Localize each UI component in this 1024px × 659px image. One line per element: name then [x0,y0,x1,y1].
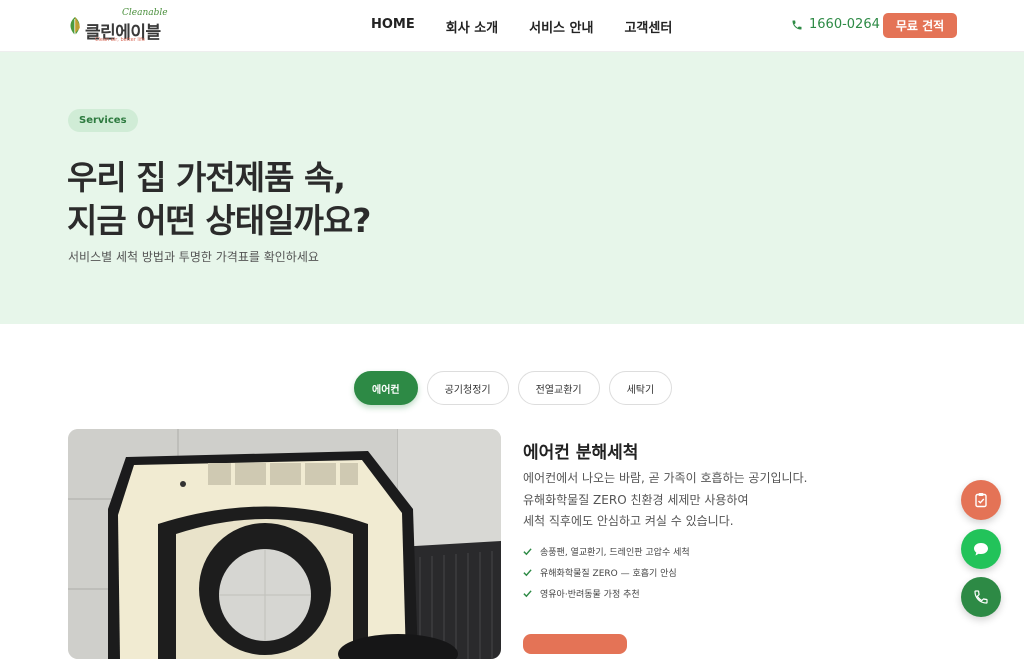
nav-home[interactable]: HOME [371,17,415,36]
hero-title-line2: 지금 어떤 상태일까요? [67,201,371,240]
service-title: 에어컨 분해세척 [523,443,639,463]
logo-en: Cleanable [122,8,168,18]
tab-aircon[interactable]: 에어컨 [354,371,418,405]
check-icon [523,548,532,556]
feature-text: 영유아·반려동물 가정 추천 [540,590,640,600]
phone-icon [974,590,988,604]
phone-link[interactable]: 1660-0264 [791,17,880,32]
service-description: 에어컨에서 나오는 바람, 곧 가족이 호흡하는 공기입니다. 유해화학물질 Z… [523,468,807,533]
hero-subtitle: 서비스별 세척 방법과 투명한 가격표를 확인하세요 [68,250,319,264]
desc-line: 유해화학물질 ZERO 친환경 세제만 사용하여 [523,492,749,507]
free-quote-button[interactable]: 무료 견적 [883,13,957,38]
feature-text: 유해화학물질 ZERO — 호흡기 안심 [540,569,677,579]
floating-quote-button[interactable] [961,480,1001,520]
check-icon [523,569,532,577]
feature-list: 송풍팬, 열교환기, 드레인판 고압수 세척 유해화학물질 ZERO — 호흡기… [523,541,690,604]
check-icon [523,590,532,598]
nav-services[interactable]: 서비스 안내 [529,17,593,36]
hero-section: Services 우리 집 가전제품 속, 지금 어떤 상태일까요? 서비스별 … [0,52,1024,324]
tab-heat-exchanger[interactable]: 전열교환기 [517,371,600,405]
feature-item: 송풍팬, 열교환기, 드레인판 고압수 세척 [523,541,690,562]
logo[interactable]: 클린에이블 Cleanable Clean air, better life [68,8,168,44]
service-cta-button[interactable] [523,634,627,654]
logo-tagline: Clean air, better life [95,37,145,43]
desc-line: 세척 직후에도 안심하고 켜실 수 있습니다. [523,514,734,528]
feature-item: 유해화학물질 ZERO — 호흡기 안심 [523,562,690,583]
hero-title-line1: 우리 집 가전제품 속, [67,158,346,197]
nav-support[interactable]: 고객센터 [624,17,672,36]
feature-item: 영유아·반려동물 가정 추천 [523,583,690,604]
feature-text: 송풍팬, 열교환기, 드레인판 고압수 세척 [540,548,690,558]
main-nav: HOME 회사 소개 서비스 안내 고객센터 [371,17,672,36]
service-photo [68,429,501,659]
nav-about[interactable]: 회사 소개 [446,17,498,36]
tab-air-purifier[interactable]: 공기청정기 [426,371,509,405]
services-badge: Services [68,109,138,132]
service-tabs: 에어컨 공기청정기 전열교환기 세탁기 [354,371,673,405]
chat-bubble-icon [974,543,988,556]
hero-title: 우리 집 가전제품 속, 지금 어떤 상태일까요? [67,156,371,242]
aircon-panel-image [68,429,501,659]
tab-washer[interactable]: 세탁기 [608,371,673,405]
floating-call-button[interactable] [961,577,1001,617]
phone-icon [792,20,802,29]
desc-line: 에어컨에서 나오는 바람, 곧 가족이 호흡하는 공기입니다. [523,471,808,485]
phone-number: 1660-0264 [809,17,880,32]
leaf-icon [70,17,80,35]
site-header: 클린에이블 Cleanable Clean air, better life H… [0,0,1024,52]
floating-chat-button[interactable] [961,529,1001,569]
clipboard-check-icon [975,493,987,508]
